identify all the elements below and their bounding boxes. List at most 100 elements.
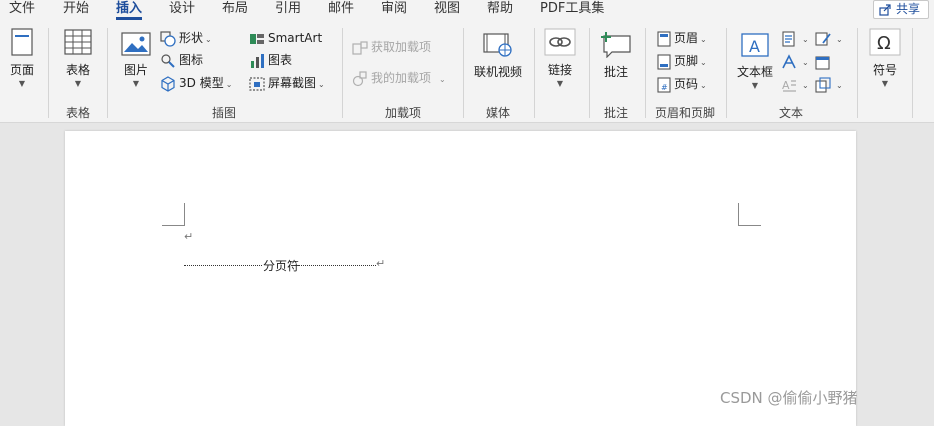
chevron-down-icon: ⌄ bbox=[802, 58, 809, 67]
chart-button[interactable]: 图表 bbox=[249, 52, 292, 69]
chevron-down-icon: ▼ bbox=[881, 79, 889, 88]
header-label: 页眉 bbox=[674, 31, 699, 45]
comment-label: 批注 bbox=[603, 65, 628, 79]
page-icon bbox=[11, 28, 33, 56]
text-box-button[interactable]: A 文本框 ▼ bbox=[735, 32, 775, 90]
media-group-label: 媒体 bbox=[485, 106, 510, 120]
header-button[interactable]: 页眉 ⌄ bbox=[657, 30, 707, 48]
page-break-line-right bbox=[298, 265, 376, 266]
object-icon bbox=[815, 76, 831, 93]
get-addins-button[interactable]: 获取加载项 bbox=[352, 39, 431, 56]
crop-mark-top-right bbox=[738, 203, 761, 226]
chevron-down-icon: ⌄ bbox=[700, 35, 707, 44]
header-icon bbox=[657, 30, 671, 47]
watermark: CSDN @偷偷小野猪 bbox=[720, 389, 858, 407]
smartart-label: SmartArt bbox=[268, 31, 323, 45]
chevron-down-icon: ⌄ bbox=[225, 80, 233, 89]
wordart-button[interactable]: ⌄ bbox=[781, 53, 809, 71]
tables-group-label: 表格 bbox=[65, 106, 90, 120]
link-button[interactable]: 链接 ▼ bbox=[542, 28, 578, 88]
object-button[interactable]: ⌄ bbox=[815, 76, 843, 94]
icons-icon bbox=[161, 53, 175, 68]
active-tab-indicator bbox=[116, 17, 142, 20]
pages-label: 页面 bbox=[9, 63, 34, 77]
group-divider bbox=[912, 28, 913, 118]
tab-pdf-tools[interactable]: PDF工具集 bbox=[540, 0, 604, 18]
symbol-button[interactable]: Ω 符号 ▼ bbox=[866, 28, 904, 88]
chevron-down-icon: ⌄ bbox=[802, 81, 809, 90]
tab-home[interactable]: 开始 bbox=[63, 0, 89, 18]
tab-layout[interactable]: 布局 bbox=[222, 0, 248, 18]
header-footer-group-label: 页眉和页脚 bbox=[654, 106, 715, 120]
link-icon bbox=[544, 28, 576, 56]
text-box-icon: A bbox=[741, 33, 769, 57]
link-label: 链接 bbox=[547, 63, 572, 77]
share-button[interactable]: 共享 bbox=[873, 0, 929, 19]
tab-help[interactable]: 帮助 bbox=[487, 0, 513, 18]
page-break-label: 分页符 bbox=[262, 257, 301, 274]
shapes-button[interactable]: 形状 ⌄ bbox=[160, 30, 212, 48]
my-addins-label: 我的加载项 bbox=[371, 71, 432, 85]
my-addins-icon bbox=[352, 70, 367, 86]
3d-models-label: 3D 模型 bbox=[179, 76, 224, 90]
tab-file[interactable]: 文件 bbox=[9, 0, 35, 18]
date-time-button[interactable] bbox=[815, 53, 834, 70]
paragraph-mark: ↵ bbox=[376, 257, 386, 270]
ribbon: 页面 ▼ 表格 ▼ 表格 图片 ▼ 形状 ⌄ 图标 3D 模型 ⌄ SmartA… bbox=[0, 22, 934, 123]
chevron-down-icon: ⌄ bbox=[700, 58, 707, 67]
page-break-marker[interactable]: 分页符 ↵ bbox=[184, 257, 386, 274]
group-divider bbox=[48, 28, 49, 118]
chevron-down-icon: ⌄ bbox=[802, 35, 809, 44]
shapes-label: 形状 bbox=[179, 31, 204, 45]
chevron-down-icon: ▼ bbox=[556, 79, 564, 88]
page-number-button[interactable]: # 页码 ⌄ bbox=[657, 76, 707, 94]
calendar-icon bbox=[815, 55, 830, 70]
screenshot-button[interactable]: 屏幕截图 ⌄ bbox=[249, 75, 325, 93]
signature-line-button[interactable]: ⌄ bbox=[815, 30, 843, 48]
new-comment-button[interactable]: 批注 bbox=[598, 32, 634, 80]
pictures-button[interactable]: 图片 ▼ bbox=[118, 32, 154, 88]
tab-view[interactable]: 视图 bbox=[434, 0, 460, 18]
menu-bar: 文件 开始 插入 设计 布局 引用 邮件 审阅 视图 帮助 PDF工具集 共享 bbox=[0, 0, 934, 22]
group-divider bbox=[857, 28, 858, 118]
3d-models-button[interactable]: 3D 模型 ⌄ bbox=[160, 75, 232, 93]
shapes-icon bbox=[160, 30, 176, 47]
table-icon bbox=[64, 29, 92, 55]
drop-cap-button[interactable]: A ⌄ bbox=[781, 76, 809, 94]
quick-parts-button[interactable]: ⌄ bbox=[781, 30, 809, 48]
drop-cap-icon: A bbox=[782, 79, 796, 92]
footer-icon bbox=[657, 53, 671, 70]
share-icon bbox=[879, 4, 891, 16]
icons-button[interactable]: 图标 bbox=[160, 52, 203, 69]
get-addins-label: 获取加载项 bbox=[371, 40, 432, 54]
cube-icon bbox=[161, 75, 175, 92]
footer-button[interactable]: 页脚 ⌄ bbox=[657, 53, 707, 71]
chevron-down-icon: ▼ bbox=[18, 79, 26, 88]
illustrations-group-label: 插图 bbox=[211, 106, 236, 120]
chevron-down-icon: ▼ bbox=[74, 79, 82, 88]
document-page[interactable]: ↵ 分页符 ↵ bbox=[65, 131, 856, 426]
icons-label: 图标 bbox=[179, 53, 204, 67]
tab-mailings[interactable]: 邮件 bbox=[328, 0, 354, 18]
pages-button[interactable]: 页面 ▼ bbox=[5, 28, 39, 88]
omega-icon: Ω bbox=[869, 28, 901, 56]
tab-design[interactable]: 设计 bbox=[169, 0, 195, 18]
chart-icon bbox=[251, 53, 264, 68]
wordart-icon bbox=[782, 53, 796, 68]
tab-review[interactable]: 审阅 bbox=[381, 0, 407, 18]
tab-insert[interactable]: 插入 bbox=[116, 0, 142, 18]
picture-icon bbox=[121, 32, 151, 56]
document-workspace: ↵ 分页符 ↵ bbox=[0, 123, 934, 426]
table-button[interactable]: 表格 ▼ bbox=[60, 28, 96, 88]
table-label: 表格 bbox=[65, 63, 90, 77]
footer-label: 页脚 bbox=[674, 54, 699, 68]
my-addins-button[interactable]: 我的加载项 ⌄ bbox=[352, 70, 446, 88]
tab-references[interactable]: 引用 bbox=[275, 0, 301, 18]
chevron-down-icon: ⌄ bbox=[836, 81, 843, 90]
online-video-button[interactable]: 联机视频 bbox=[470, 32, 526, 80]
smartart-button[interactable]: SmartArt bbox=[249, 30, 322, 47]
svg-text:A: A bbox=[782, 79, 790, 92]
chevron-down-icon: ⌄ bbox=[318, 80, 325, 89]
smartart-icon bbox=[250, 33, 264, 44]
group-divider bbox=[342, 28, 343, 118]
